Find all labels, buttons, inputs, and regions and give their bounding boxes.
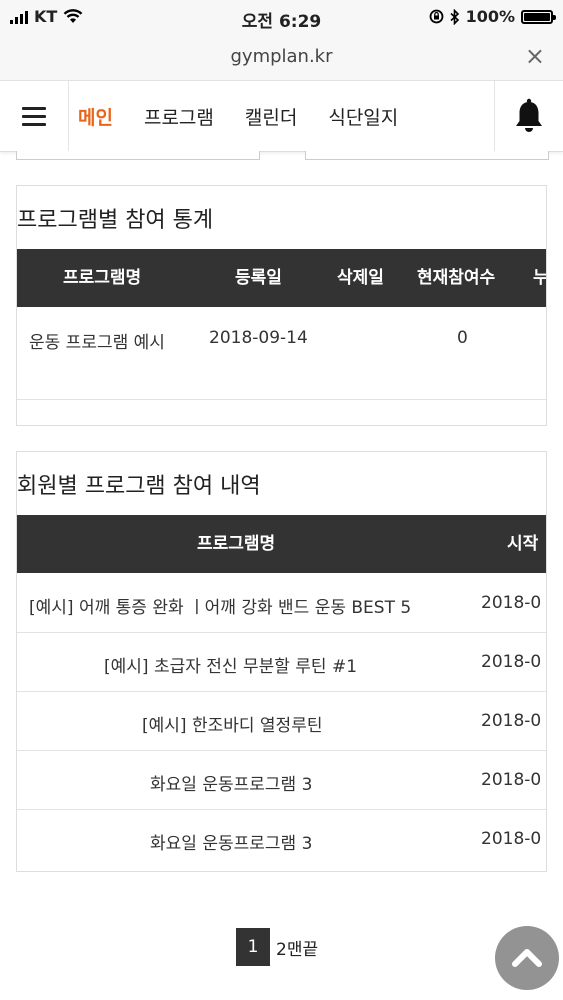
col-start-date: 시작: [507, 534, 539, 554]
url-text[interactable]: gymplan.kr: [0, 46, 563, 67]
cropped-select-left: [16, 151, 260, 160]
cell-start-date: 2018-0: [481, 652, 542, 672]
member-history-title: 회원별 프로그램 참여 내역: [17, 474, 261, 499]
cell-program-name: 운동 프로그램 예시: [29, 333, 165, 353]
cropped-select-right: [305, 151, 549, 160]
cell-program-name: [예시] 한조바디 열정루틴: [142, 716, 323, 736]
battery-percent: 100%: [465, 7, 515, 26]
battery-icon: [521, 9, 556, 24]
chevron-up-icon: [512, 949, 542, 967]
bell-icon[interactable]: [494, 81, 563, 151]
col-program-name: 프로그램명: [63, 268, 142, 288]
col-current-participants: 현재참여수: [417, 268, 496, 288]
nav-items: 메인 프로그램 캘린더 식단일지: [78, 81, 429, 151]
table-row: 운동 프로그램 예시 2018-09-14 0: [17, 307, 546, 400]
cell-program-name: 화요일 운동프로그램 3: [150, 834, 313, 854]
status-right: 100%: [429, 7, 556, 26]
page-current[interactable]: 1: [236, 928, 270, 966]
col-deleted-date: 삭제일: [337, 268, 384, 288]
close-icon[interactable]: ×: [525, 42, 545, 70]
program-stats-title: 프로그램별 참여 통계: [17, 208, 214, 233]
cell-current-participants: 0: [457, 328, 468, 348]
cell-registered-date: 2018-09-14: [209, 328, 308, 348]
hamburger-icon[interactable]: [0, 81, 69, 151]
table-row[interactable]: 화요일 운동프로그램 3 2018-0: [17, 810, 546, 868]
col-program-name: 프로그램명: [197, 534, 276, 554]
table-row[interactable]: [예시] 초급자 전신 무분할 루틴 #1 2018-0: [17, 633, 546, 692]
cell-start-date: 2018-0: [481, 593, 542, 613]
bluetooth-icon: [450, 8, 459, 25]
nav-item-calendar[interactable]: 캘린더: [245, 103, 297, 130]
program-stats-header: 프로그램명 등록일 삭제일 현재참여수 누: [17, 249, 546, 307]
cell-program-name: [예시] 초급자 전신 무분할 루틴 #1: [104, 657, 358, 677]
page-next-last-link[interactable]: 2맨끝: [276, 935, 318, 960]
table-row[interactable]: 화요일 운동프로그램 3 2018-0: [17, 751, 546, 810]
nav-item-program[interactable]: 프로그램: [144, 103, 214, 130]
cell-start-date: 2018-0: [481, 711, 542, 731]
url-bar: gymplan.kr ×: [0, 34, 563, 81]
cell-start-date: 2018-0: [481, 770, 542, 790]
member-history-panel: 회원별 프로그램 참여 내역 프로그램명 시작 [예시] 어깨 통증 완화 ㅣ어…: [16, 451, 547, 872]
cell-program-name: 화요일 운동프로그램 3: [150, 775, 313, 795]
main-nav: 메인 프로그램 캘린더 식단일지: [0, 81, 563, 152]
scroll-top-button[interactable]: [495, 926, 559, 990]
cell-program-name: [예시] 어깨 통증 완화 ㅣ어깨 강화 밴드 운동 BEST 5: [29, 598, 412, 618]
nav-item-main[interactable]: 메인: [78, 103, 113, 130]
orientation-lock-icon: [429, 9, 443, 24]
nav-item-diet-log[interactable]: 식단일지: [328, 103, 398, 130]
status-bar: KT 오전 6:29 100%: [0, 0, 563, 34]
table-row[interactable]: [예시] 한조바디 열정루틴 2018-0: [17, 692, 546, 751]
col-cumulative: 누: [533, 249, 546, 307]
program-stats-panel: 프로그램별 참여 통계 프로그램명 등록일 삭제일 현재참여수 누 운동 프로그…: [16, 185, 547, 426]
col-registered-date: 등록일: [235, 268, 282, 288]
cell-start-date: 2018-0: [481, 829, 542, 849]
table-row[interactable]: [예시] 어깨 통증 완화 ㅣ어깨 강화 밴드 운동 BEST 5 2018-0: [17, 574, 546, 633]
pagination: 1 2맨끝: [236, 928, 318, 966]
member-history-header: 프로그램명 시작: [17, 515, 546, 573]
